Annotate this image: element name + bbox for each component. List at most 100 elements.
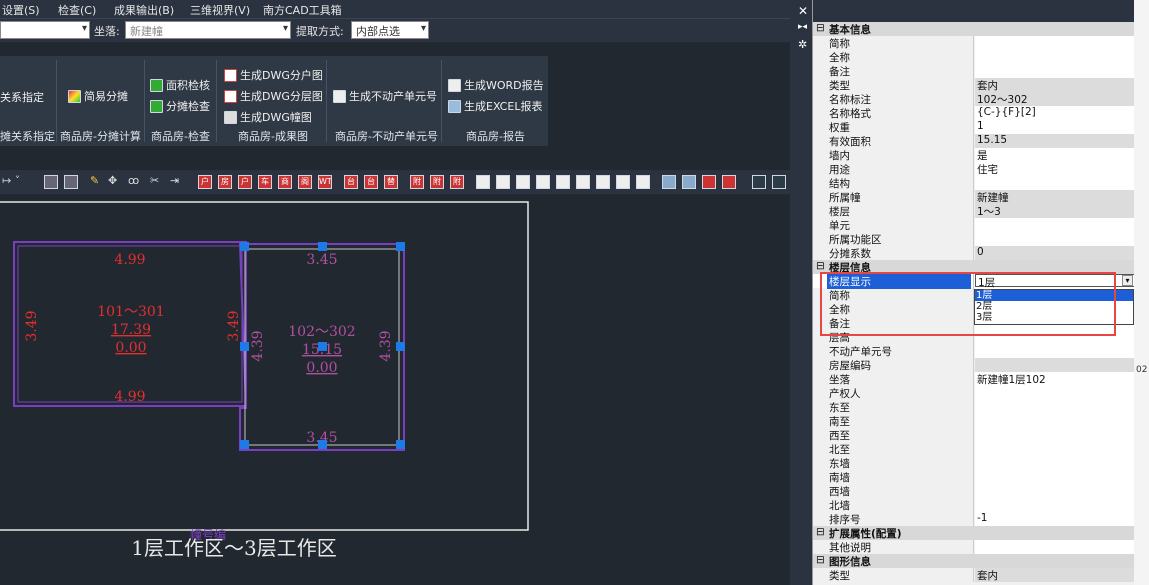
menu-check[interactable]: 检查(C) xyxy=(58,2,96,18)
attach-tool-icon[interactable]: 附 xyxy=(410,175,424,189)
property-value[interactable]: -1 xyxy=(975,512,1135,526)
property-value[interactable] xyxy=(975,358,1135,372)
property-row[interactable]: 南至 xyxy=(813,414,1135,428)
wt-tool-icon[interactable]: WT xyxy=(318,175,332,189)
attach2-tool-icon[interactable]: 附 xyxy=(430,175,444,189)
chevron-down-icon[interactable]: ▾ xyxy=(1122,275,1133,286)
tool-icon[interactable] xyxy=(496,175,510,189)
household2-tool-icon[interactable]: 户 xyxy=(238,175,252,189)
collapse-icon[interactable]: ⊟ xyxy=(816,260,825,272)
property-row[interactable]: 分摊系数 0 xyxy=(813,246,1135,260)
unit-number-button[interactable]: 生成不动产单元号 xyxy=(333,88,437,104)
extend-icon[interactable]: ⇥ xyxy=(170,174,179,187)
property-value[interactable]: 102～302 xyxy=(975,92,1135,106)
property-value[interactable]: 套内 xyxy=(975,568,1135,582)
property-value[interactable] xyxy=(975,344,1135,358)
tool-icon[interactable] xyxy=(682,175,696,189)
household-tool-icon[interactable]: 户 xyxy=(198,175,212,189)
house-tool-icon[interactable]: 房 xyxy=(218,175,232,189)
tool-icon[interactable] xyxy=(616,175,630,189)
balcony-tool-icon[interactable]: 台 xyxy=(344,175,358,189)
grip-handle[interactable] xyxy=(318,440,327,449)
property-value[interactable] xyxy=(975,218,1135,232)
location-combo[interactable]: 新建幢 ▾ xyxy=(125,21,291,39)
scissors-icon[interactable]: ✂ xyxy=(150,174,159,187)
menu-output[interactable]: 成果输出(B) xyxy=(114,2,174,18)
gear-icon[interactable]: ✲ xyxy=(798,38,807,51)
extract-combo[interactable]: 内部点选 ▾ xyxy=(351,21,429,39)
menu-settings[interactable]: 设置(S) xyxy=(2,2,40,18)
property-row[interactable]: 产权人 xyxy=(813,386,1135,400)
property-value[interactable]: 1 xyxy=(975,120,1135,134)
property-row[interactable]: 北至 xyxy=(813,442,1135,456)
property-row[interactable]: 其他说明 xyxy=(813,540,1135,554)
property-row[interactable]: 单元 xyxy=(813,218,1135,232)
property-row[interactable]: 权重 1 xyxy=(813,120,1135,134)
dwg-household-button[interactable]: 生成DWG分户图 xyxy=(224,67,323,83)
property-value[interactable] xyxy=(975,456,1135,470)
property-value[interactable]: 是 xyxy=(975,148,1135,162)
tool-icon[interactable] xyxy=(556,175,570,189)
property-value[interactable] xyxy=(975,50,1135,64)
pin-icon[interactable]: ▸◂ xyxy=(798,22,807,32)
tool-icon[interactable] xyxy=(536,175,550,189)
property-row[interactable]: 楼层 1～3 xyxy=(813,204,1135,218)
property-value[interactable]: 1～3 xyxy=(975,204,1135,218)
property-row[interactable]: 南墙 xyxy=(813,470,1135,484)
collapse-icon[interactable]: ⊟ xyxy=(816,526,825,538)
property-value[interactable] xyxy=(975,64,1135,78)
grip-handle[interactable] xyxy=(396,440,405,449)
property-row[interactable]: 西墙 xyxy=(813,484,1135,498)
property-row[interactable]: 有效面积 15.15 xyxy=(813,134,1135,148)
property-row[interactable]: 结构 xyxy=(813,176,1135,190)
property-row[interactable]: 东至 xyxy=(813,400,1135,414)
move-icon[interactable]: ✥ xyxy=(108,174,117,187)
property-row[interactable]: 排序号 -1 xyxy=(813,512,1135,526)
grid-icon[interactable] xyxy=(64,175,78,189)
tool-icon[interactable] xyxy=(576,175,590,189)
property-row[interactable]: 所属功能区 xyxy=(813,232,1135,246)
property-value[interactable] xyxy=(975,428,1135,442)
first-combo[interactable]: ▾ xyxy=(0,21,90,39)
grip-handle[interactable] xyxy=(240,342,249,351)
collapse-icon[interactable]: ⊟ xyxy=(816,22,825,34)
property-value[interactable] xyxy=(975,442,1135,456)
table-icon[interactable] xyxy=(44,175,58,189)
relation-assign-button[interactable]: 关系指定 xyxy=(0,89,44,105)
property-value[interactable] xyxy=(975,540,1135,554)
drawing-canvas[interactable]: 4.99 4.99 3.49 3.49 101～301 17.39 0.00 3… xyxy=(0,194,790,585)
pencil-icon[interactable]: ✎ xyxy=(90,174,99,187)
property-row[interactable]: 所属幢 新建幢 xyxy=(813,190,1135,204)
property-row[interactable]: 简称 xyxy=(813,36,1135,50)
excel-report-button[interactable]: 生成EXCEL报表 xyxy=(448,98,542,114)
grip-handle[interactable] xyxy=(396,242,405,251)
link-icon[interactable]: ꝏ xyxy=(128,174,139,187)
property-value[interactable] xyxy=(975,470,1135,484)
panel-icon[interactable] xyxy=(772,175,786,189)
menu-3d[interactable]: 三维视界(V) xyxy=(190,2,250,18)
property-row[interactable]: 全称 xyxy=(813,50,1135,64)
simple-share-button[interactable]: 简易分摊 xyxy=(68,88,128,104)
attic-tool-icon[interactable]: 阁 xyxy=(298,175,312,189)
property-row[interactable]: 墙内 是 xyxy=(813,148,1135,162)
property-value[interactable]: 新建幢1层102 xyxy=(975,372,1135,386)
property-value[interactable]: {C-}{F}[2] xyxy=(975,106,1135,120)
close-icon[interactable]: ✕ xyxy=(798,4,808,18)
property-category[interactable]: ⊟ 基本信息 xyxy=(813,22,1135,36)
property-row[interactable]: 用途 住宅 xyxy=(813,162,1135,176)
property-row[interactable]: 名称标注 102～302 xyxy=(813,92,1135,106)
property-value[interactable] xyxy=(975,400,1135,414)
replace-tool-icon[interactable]: 替 xyxy=(384,175,398,189)
dwg-floor-button[interactable]: 生成DWG分层图 xyxy=(224,88,323,104)
property-value[interactable] xyxy=(975,414,1135,428)
property-row[interactable]: 类型 套内 xyxy=(813,78,1135,92)
property-row[interactable]: 北墙 xyxy=(813,498,1135,512)
property-value[interactable] xyxy=(975,176,1135,190)
property-value[interactable]: 住宅 xyxy=(975,162,1135,176)
grip-handle[interactable] xyxy=(240,440,249,449)
tool-icon[interactable] xyxy=(662,175,676,189)
property-row[interactable]: 类型 套内 xyxy=(813,568,1135,582)
property-row[interactable]: 房屋编码 xyxy=(813,358,1135,372)
tool-icon[interactable] xyxy=(636,175,650,189)
property-value[interactable] xyxy=(975,36,1135,50)
